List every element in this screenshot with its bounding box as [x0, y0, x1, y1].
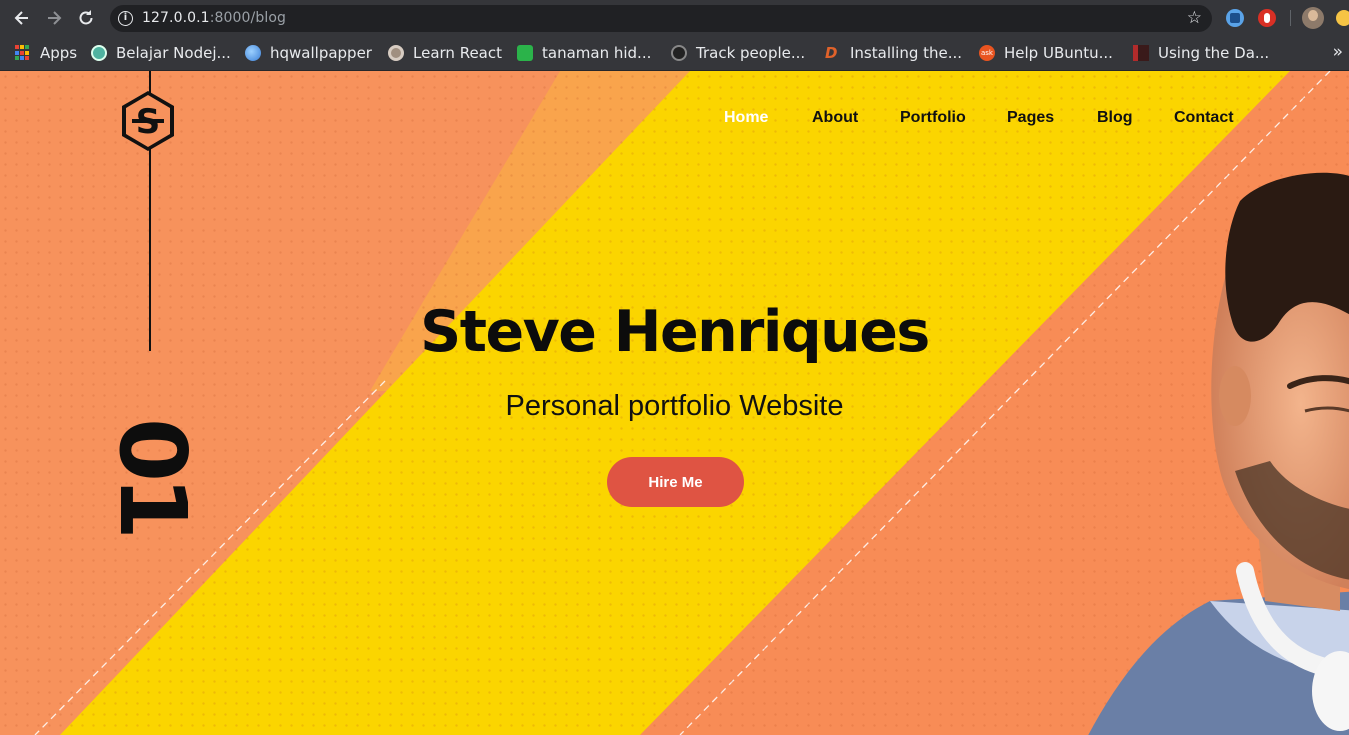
hire-me-button[interactable]: Hire Me	[607, 457, 744, 507]
info-icon[interactable]: i	[118, 11, 133, 26]
react-icon	[388, 45, 404, 61]
bookmark-item[interactable]: ask Help UBuntu...	[979, 42, 1113, 64]
profile-avatar[interactable]	[1302, 7, 1324, 29]
back-button[interactable]	[12, 8, 32, 28]
bookmark-item[interactable]: D Installing the...	[825, 42, 962, 64]
bookmark-item[interactable]: Belajar Nodej...	[91, 42, 231, 64]
bookmark-label: Track people...	[696, 44, 806, 62]
bookmark-label: Apps	[40, 44, 78, 62]
nav-blog[interactable]: Blog	[1097, 109, 1133, 127]
leaf-icon	[517, 45, 533, 61]
logo-icon[interactable]: S	[118, 89, 178, 153]
extension-icon[interactable]	[1226, 9, 1244, 27]
bookmark-item[interactable]: Using the Da...	[1133, 42, 1269, 64]
slide-number: 01	[99, 417, 206, 535]
tracker-icon	[671, 45, 687, 61]
ask-icon: ask	[979, 45, 995, 61]
forward-button[interactable]	[44, 8, 64, 28]
extension-icon[interactable]	[1336, 10, 1349, 26]
nav-home[interactable]: Home	[724, 109, 768, 127]
bookmark-item[interactable]: hqwallpapper	[245, 42, 372, 64]
dashboard-icon	[1133, 45, 1149, 61]
browser-toolbar: i 127.0.0.1:8000/blog ☆	[0, 0, 1349, 36]
bookmark-label: Installing the...	[850, 44, 963, 62]
nav-about[interactable]: About	[812, 109, 858, 127]
arrow-right-icon	[48, 11, 62, 25]
url-path: :8000/blog	[209, 10, 286, 26]
d-logo-icon: D	[825, 44, 838, 62]
star-icon[interactable]: ☆	[1187, 8, 1202, 28]
bookmarks-bar: Apps Belajar Nodej... hqwallpapper Learn…	[0, 36, 1349, 71]
bookmark-item[interactable]: Track people...	[671, 42, 805, 64]
bookmark-label: Help UBuntu...	[1004, 44, 1113, 62]
address-bar[interactable]: i 127.0.0.1:8000/blog ☆	[110, 5, 1212, 32]
nav-pages[interactable]: Pages	[1007, 109, 1054, 127]
person-photo	[1088, 172, 1349, 735]
apps-grid-icon	[15, 45, 31, 61]
reload-button[interactable]	[76, 8, 96, 28]
nav-contact[interactable]: Contact	[1174, 109, 1234, 127]
toolbar-divider	[1290, 10, 1291, 26]
bookmark-label: Using the Da...	[1158, 44, 1270, 62]
sphere-icon	[245, 45, 261, 61]
url-text[interactable]: 127.0.0.1:8000/blog	[142, 10, 286, 26]
url-host: 127.0.0.1	[142, 10, 210, 26]
bookmark-label: Belajar Nodej...	[116, 44, 231, 62]
bookmark-item[interactable]: Learn React	[388, 42, 502, 64]
globe-icon	[91, 45, 107, 61]
bookmark-label: Learn React	[413, 44, 502, 62]
bookmark-label: hqwallpapper	[270, 44, 372, 62]
bookmark-label: tanaman hid...	[542, 44, 652, 62]
arrow-left-icon	[14, 11, 28, 25]
more-bookmarks-icon[interactable]: »	[1333, 42, 1343, 62]
nav-portfolio[interactable]: Portfolio	[900, 109, 966, 127]
hero-section: S 01 Home About Portfolio Pages Blog Con…	[0, 71, 1349, 735]
bookmark-apps[interactable]: Apps	[15, 42, 77, 64]
bookmark-item[interactable]: tanaman hid...	[517, 42, 651, 64]
adblock-icon[interactable]	[1258, 9, 1276, 27]
reload-icon	[79, 10, 93, 25]
